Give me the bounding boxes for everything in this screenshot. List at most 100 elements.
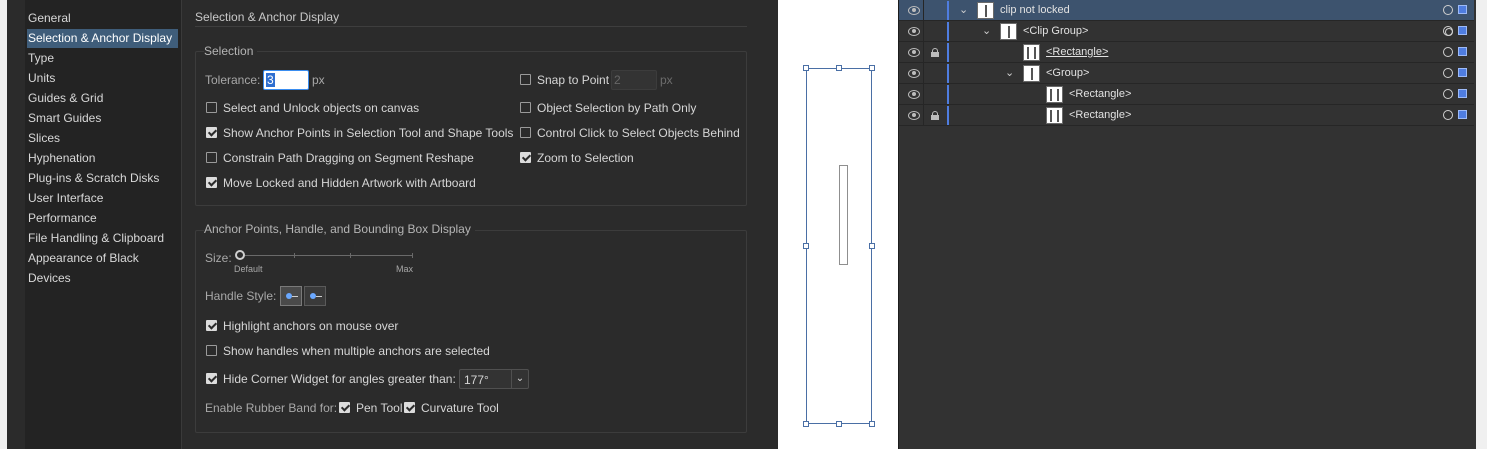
constrain-path-label: Constrain Path Dragging on Segment Resha… — [223, 151, 474, 165]
highlight-anchors-checkbox[interactable] — [206, 320, 217, 331]
tolerance-value: 3 — [266, 73, 275, 87]
eye-icon[interactable] — [908, 111, 920, 120]
size-max-label: Max — [396, 264, 414, 274]
chevron-down-icon[interactable]: ⌄ — [959, 3, 968, 16]
show-handles-checkbox[interactable] — [206, 345, 217, 356]
bbox-handle-top-left[interactable] — [803, 65, 809, 71]
tolerance-input[interactable]: 3 — [263, 70, 309, 90]
inner-rectangle-shape[interactable] — [839, 165, 848, 265]
selection-indicator[interactable] — [1458, 47, 1467, 56]
select-unlock-checkbox[interactable] — [206, 102, 217, 113]
bbox-handle-bottom-right[interactable] — [869, 421, 875, 427]
hide-corner-widget-label: Hide Corner Widget for angles greater th… — [223, 372, 456, 386]
snap-to-point-checkbox[interactable] — [520, 74, 531, 85]
selection-indicator[interactable] — [1458, 5, 1467, 14]
bbox-handle-bottom-middle[interactable] — [836, 421, 842, 427]
layer-row[interactable]: <Rectangle> — [899, 42, 1474, 63]
category-appearance-of-black[interactable]: Appearance of Black — [27, 249, 178, 268]
constrain-path-checkbox[interactable] — [206, 152, 217, 163]
size-slider-track[interactable] — [240, 255, 413, 256]
layer-name[interactable]: <Clip Group> — [1023, 25, 1088, 37]
layer-thumbnail — [1023, 44, 1040, 61]
target-icon[interactable] — [1443, 68, 1453, 78]
lock-icon[interactable] — [931, 48, 939, 57]
eye-icon[interactable] — [908, 69, 920, 78]
snap-distance-value: 2 — [614, 73, 621, 87]
category-devices[interactable]: Devices — [27, 269, 178, 288]
eye-icon[interactable] — [908, 27, 920, 36]
layer-row[interactable]: ⌄ clip not locked — [899, 0, 1474, 21]
layer-row[interactable]: <Rectangle> — [899, 105, 1474, 126]
move-locked-checkbox[interactable] — [206, 177, 217, 188]
category-file-handling-clipboard[interactable]: File Handling & Clipboard — [27, 229, 178, 248]
bbox-handle-bottom-left[interactable] — [803, 421, 809, 427]
object-selection-by-path-label: Object Selection by Path Only — [537, 101, 697, 115]
selection-indicator[interactable] — [1458, 89, 1467, 98]
control-click-label: Control Click to Select Objects Behind — [537, 126, 740, 140]
layer-name[interactable]: <Group> — [1046, 67, 1089, 79]
category-general[interactable]: General — [27, 9, 178, 28]
snap-distance-input[interactable]: 2 — [611, 70, 657, 90]
category-slices[interactable]: Slices — [27, 129, 178, 148]
eye-icon[interactable] — [908, 48, 920, 57]
highlight-anchors-label: Highlight anchors on mouse over — [223, 319, 399, 333]
handle-style-hollow-button[interactable] — [304, 286, 326, 306]
category-units[interactable]: Units — [27, 69, 178, 88]
bbox-handle-top-right[interactable] — [869, 65, 875, 71]
show-anchor-points-checkbox[interactable] — [206, 127, 217, 138]
bbox-handle-middle-left[interactable] — [803, 243, 809, 249]
selection-indicator[interactable] — [1458, 68, 1467, 77]
size-slider-knob[interactable] — [235, 250, 245, 260]
layer-thumbnail — [1023, 65, 1040, 82]
selection-indicator[interactable] — [1458, 26, 1467, 35]
size-slider-tick — [350, 253, 351, 258]
layer-color-bar — [947, 1, 949, 20]
control-click-checkbox[interactable] — [520, 127, 531, 138]
chevron-down-icon[interactable]: ⌄ — [982, 24, 991, 37]
pen-tool-checkbox[interactable] — [339, 402, 350, 413]
corner-angle-dropdown[interactable]: 177° ⌄ — [459, 369, 529, 389]
layer-name[interactable]: <Rectangle> — [1069, 88, 1131, 100]
layer-name[interactable]: clip not locked — [1000, 4, 1070, 16]
layer-row[interactable]: ⌄ <Clip Group> — [899, 21, 1474, 42]
hide-corner-widget-checkbox[interactable] — [206, 373, 217, 384]
zoom-to-selection-checkbox[interactable] — [520, 152, 531, 163]
eye-icon[interactable] — [908, 90, 920, 99]
bbox-handle-middle-right[interactable] — [869, 243, 875, 249]
target-icon[interactable] — [1443, 89, 1453, 99]
snap-to-point-label: Snap to Point — [537, 73, 610, 87]
layers-panel: ⌄ clip not locked ⌄ <Clip Group> <Rectan… — [898, 0, 1476, 449]
category-selection-anchor-display[interactable]: Selection & Anchor Display — [27, 29, 178, 48]
layer-row[interactable]: <Rectangle> — [899, 84, 1474, 105]
layer-name[interactable]: <Rectangle> — [1046, 46, 1108, 58]
curvature-tool-checkbox[interactable] — [404, 402, 415, 413]
show-handles-label: Show handles when multiple anchors are s… — [223, 344, 490, 358]
category-hyphenation[interactable]: Hyphenation — [27, 149, 178, 168]
target-icon[interactable] — [1443, 110, 1453, 120]
layer-name[interactable]: <Rectangle> — [1069, 109, 1131, 121]
size-label: Size: — [205, 251, 232, 265]
chevron-down-icon[interactable]: ⌄ — [1005, 66, 1014, 79]
handle-style-solid-button[interactable] — [280, 286, 302, 306]
target-icon[interactable] — [1443, 47, 1453, 57]
eye-icon[interactable] — [908, 6, 920, 15]
artboard-canvas[interactable] — [778, 0, 898, 449]
layer-row[interactable]: ⌄ <Group> — [899, 63, 1474, 84]
size-slider-tick — [294, 253, 295, 258]
category-type[interactable]: Type — [27, 49, 178, 68]
pane-divider — [195, 26, 747, 27]
category-user-interface[interactable]: User Interface — [27, 189, 178, 208]
pane-title: Selection & Anchor Display — [195, 10, 340, 24]
category-smart-guides[interactable]: Smart Guides — [27, 109, 178, 128]
object-selection-by-path-checkbox[interactable] — [520, 102, 531, 113]
lock-icon[interactable] — [931, 111, 939, 120]
selection-indicator[interactable] — [1458, 110, 1467, 119]
category-performance[interactable]: Performance — [27, 209, 178, 228]
layer-color-bar — [947, 85, 949, 104]
target-icon[interactable] — [1443, 26, 1453, 36]
category-plugins-scratch-disks[interactable]: Plug-ins & Scratch Disks — [27, 169, 178, 188]
bbox-handle-top-middle[interactable] — [836, 65, 842, 71]
layer-color-bar — [947, 43, 949, 62]
target-icon[interactable] — [1443, 5, 1453, 15]
category-guides-grid[interactable]: Guides & Grid — [27, 89, 178, 108]
